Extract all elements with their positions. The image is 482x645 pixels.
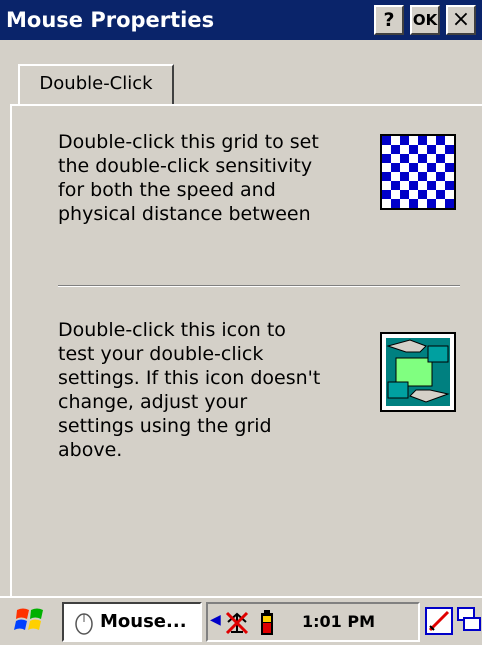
grid-cell[interactable] (436, 163, 445, 172)
grid-cell[interactable] (418, 181, 427, 190)
connectivity-off-icon[interactable] (224, 610, 250, 636)
tray-arrow-icon[interactable]: ◀ (210, 612, 221, 628)
grid-cell[interactable] (382, 172, 391, 181)
input-panel-icon[interactable] (424, 606, 454, 636)
grid-cell[interactable] (427, 163, 436, 172)
grid-cell[interactable] (382, 181, 391, 190)
grid-cell[interactable] (409, 136, 418, 145)
grid-cell[interactable] (436, 190, 445, 199)
grid-cell[interactable] (418, 199, 427, 208)
grid-cell[interactable] (418, 172, 427, 181)
grid-cell[interactable] (418, 163, 427, 172)
title-bar: Mouse Properties ? OK × (0, 0, 482, 40)
grid-cell[interactable] (409, 181, 418, 190)
grid-cell[interactable] (436, 145, 445, 154)
grid-cell[interactable] (382, 145, 391, 154)
grid-cell[interactable] (391, 199, 400, 208)
grid-cell[interactable] (436, 172, 445, 181)
grid-cell[interactable] (382, 163, 391, 172)
help-button[interactable]: ? (374, 5, 404, 35)
grid-cell[interactable] (445, 136, 454, 145)
battery-icon[interactable] (260, 610, 274, 636)
grid-cell[interactable] (409, 163, 418, 172)
close-button[interactable]: × (446, 5, 476, 35)
grid-cell[interactable] (400, 199, 409, 208)
grid-cell[interactable] (409, 190, 418, 199)
grid-cell[interactable] (391, 145, 400, 154)
grid-cell[interactable] (400, 136, 409, 145)
grid-cell[interactable] (427, 136, 436, 145)
grid-cell[interactable] (418, 145, 427, 154)
grid-cell[interactable] (445, 190, 454, 199)
grid-cell[interactable] (445, 199, 454, 208)
grid-cell[interactable] (400, 154, 409, 163)
taskbar: Mouse... ◀ 1:01 PM (0, 596, 482, 645)
test-description: Double-click this icon to test your doub… (58, 319, 321, 461)
tab-panel: Double-click this grid to set the double… (10, 104, 482, 596)
grid-cell[interactable] (391, 172, 400, 181)
grid-cell[interactable] (436, 154, 445, 163)
tab-strip: Double-Click (0, 40, 482, 106)
grid-cell[interactable] (391, 163, 400, 172)
grid-cell[interactable] (382, 199, 391, 208)
grid-cell[interactable] (391, 190, 400, 199)
tab-double-click[interactable]: Double-Click (18, 64, 174, 104)
grid-cell[interactable] (382, 136, 391, 145)
notification-tray: ◀ 1:01 PM (206, 602, 420, 642)
grid-cell[interactable] (445, 163, 454, 172)
grid-cell[interactable] (400, 190, 409, 199)
grid-cell[interactable] (427, 172, 436, 181)
grid-description: Double-click this grid to set the double… (58, 131, 319, 225)
grid-cell[interactable] (418, 190, 427, 199)
mouse-task-button[interactable]: Mouse... (62, 602, 202, 642)
grid-cell[interactable] (391, 136, 400, 145)
grid-cell[interactable] (382, 154, 391, 163)
grid-cell[interactable] (427, 199, 436, 208)
grid-cell[interactable] (427, 181, 436, 190)
grid-cell[interactable] (400, 163, 409, 172)
double-click-grid[interactable] (380, 134, 456, 210)
grid-cell[interactable] (400, 181, 409, 190)
grid-cell[interactable] (445, 181, 454, 190)
ok-button[interactable]: OK (410, 5, 440, 35)
grid-cell[interactable] (418, 136, 427, 145)
grid-cell[interactable] (409, 172, 418, 181)
grid-cell[interactable] (409, 154, 418, 163)
window-title: Mouse Properties (6, 8, 215, 32)
show-desktop-icon[interactable] (456, 606, 482, 636)
grid-cell[interactable] (400, 145, 409, 154)
grid-cell[interactable] (391, 181, 400, 190)
grid-cell[interactable] (382, 190, 391, 199)
grid-cell[interactable] (427, 154, 436, 163)
grid-cell[interactable] (445, 172, 454, 181)
task-label: Mouse... (100, 611, 187, 632)
grid-cell[interactable] (391, 154, 400, 163)
windows-start-icon[interactable] (14, 604, 46, 636)
grid-cell[interactable] (445, 145, 454, 154)
grid-cell[interactable] (400, 172, 409, 181)
grid-cell[interactable] (436, 199, 445, 208)
grid-cell[interactable] (418, 154, 427, 163)
grid-cell[interactable] (427, 145, 436, 154)
section-divider (58, 285, 460, 287)
mouse-icon (75, 613, 93, 635)
grid-cell[interactable] (427, 190, 436, 199)
grid-cell[interactable] (409, 199, 418, 208)
grid-cell[interactable] (409, 145, 418, 154)
grid-cell[interactable] (436, 181, 445, 190)
grid-cell[interactable] (436, 136, 445, 145)
clock[interactable]: 1:01 PM (302, 604, 375, 640)
grid-cell[interactable] (445, 154, 454, 163)
test-icon[interactable] (380, 332, 456, 412)
